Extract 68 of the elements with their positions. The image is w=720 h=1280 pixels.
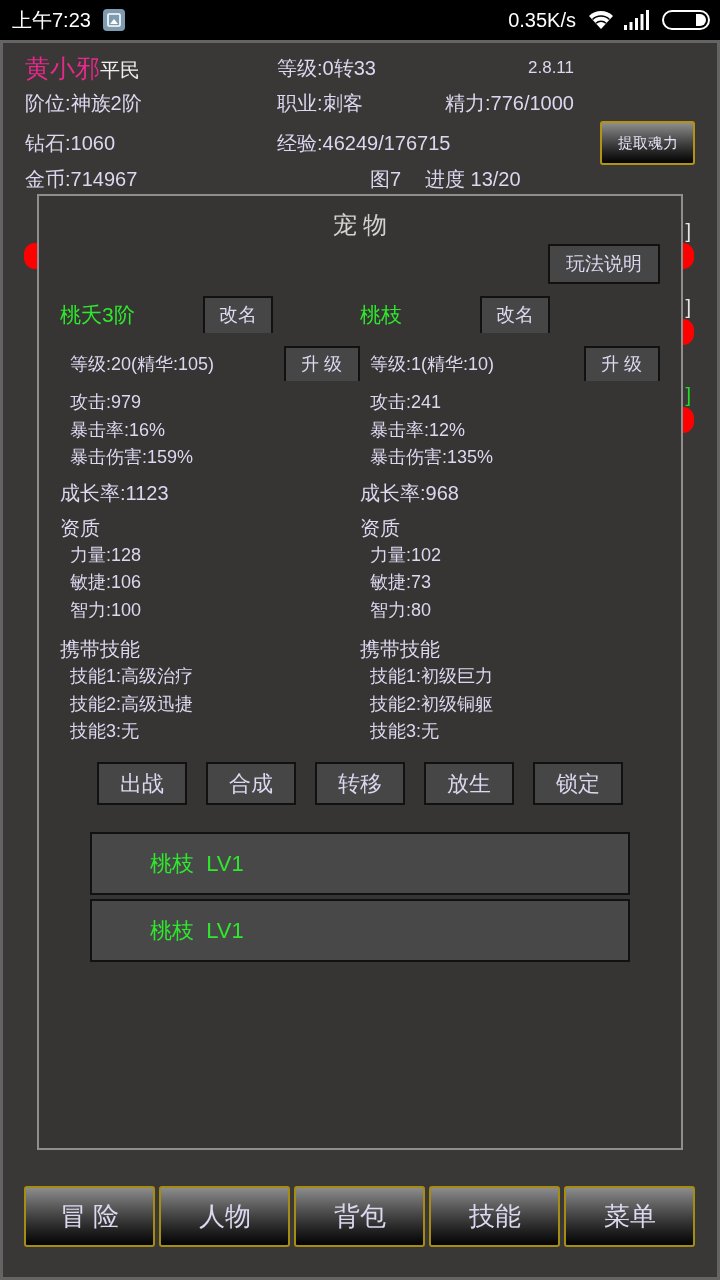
nav-button[interactable]: 背包 [294, 1186, 425, 1247]
bracket-text: ] [685, 383, 691, 407]
aptitude-heading: 资质 [360, 515, 400, 541]
player-name: 黄小邪 [25, 53, 100, 84]
skill-entry: 技能2:高级迅捷 [70, 692, 193, 716]
action-button[interactable]: 合成 [206, 761, 296, 805]
pet-name: 桃枝 [360, 301, 402, 328]
skills-heading: 携带技能 [60, 637, 140, 662]
aptitude-value: 敏捷:106 [70, 571, 142, 594]
nav-button[interactable]: 人物 [159, 1186, 290, 1247]
upgrade-button[interactable]: 升 级 [284, 346, 360, 381]
player-rank: 阶位:神族2阶 [25, 91, 142, 116]
coin-balance: 金币:714967 [25, 166, 138, 192]
nav-button[interactable]: 菜单 [564, 1186, 695, 1247]
action-button[interactable]: 出战 [97, 761, 187, 805]
skill-entry: 技能2:初级铜躯 [370, 692, 493, 716]
upgrade-button[interactable]: 升 级 [584, 346, 660, 381]
pet-stat: 暴击率:16% [70, 418, 166, 442]
rename-button[interactable]: 改名 [480, 296, 550, 333]
help-button[interactable]: 玩法说明 [548, 244, 660, 284]
rename-button[interactable]: 改名 [203, 296, 273, 333]
growth-rate: 成长率:968 [360, 480, 459, 506]
pet-level: 等级:1(精华:10) [370, 352, 495, 376]
skills-heading: 携带技能 [360, 637, 440, 662]
pet-stat: 暴击率:12% [370, 418, 466, 442]
player-level: 等级:0转33 [277, 56, 376, 81]
player-energy: 精力:776/1000 [445, 91, 574, 116]
map-number: 图7 [370, 166, 402, 192]
skill-entry: 技能3:无 [370, 720, 439, 743]
wifi-icon [588, 10, 614, 30]
image-icon [102, 9, 125, 31]
pet-name: 桃夭3阶 [60, 301, 135, 328]
nav-button[interactable]: 冒 险 [24, 1186, 155, 1247]
action-button[interactable]: 放生 [424, 761, 514, 805]
dialog-title: 宠 物 [332, 210, 388, 240]
pet-list-item[interactable]: 桃枝 LV1 [90, 898, 630, 962]
pet-stat: 攻击:241 [370, 391, 442, 414]
action-button[interactable]: 转移 [315, 761, 405, 805]
action-button[interactable]: 锁定 [533, 761, 623, 805]
pet-stat: 攻击:979 [70, 391, 142, 414]
version-text: 2.8.11 [528, 57, 574, 79]
bracket-text: ] [685, 219, 691, 243]
player-title: 平民 [100, 59, 140, 83]
skill-entry: 技能1:高级治疗 [70, 665, 193, 688]
network-speed: 0.35K/s [508, 8, 576, 32]
pet-stat: 暴击伤害:135% [370, 446, 494, 469]
aptitude-value: 智力:80 [370, 598, 432, 622]
aptitude-heading: 资质 [60, 515, 100, 541]
aptitude-value: 力量:102 [370, 543, 442, 567]
map-progress-text: 进度 13/20 [425, 166, 521, 192]
nav-button[interactable]: 技能 [429, 1186, 560, 1247]
aptitude-value: 敏捷:73 [370, 571, 432, 594]
growth-rate: 成长率:1123 [60, 480, 169, 506]
signal-icon [624, 10, 650, 30]
player-exp: 经验:46249/176715 [277, 131, 451, 156]
bracket-text: ] [685, 295, 691, 319]
pet-level: 等级:20(精华:105) [70, 352, 215, 376]
extract-soul-button[interactable]: 提取魂力 [600, 121, 695, 165]
skill-entry: 技能3:无 [70, 720, 139, 743]
skill-entry: 技能1:初级巨力 [370, 665, 493, 688]
pet-stat: 暴击伤害:159% [70, 446, 194, 469]
battery-icon [662, 10, 710, 30]
pet-list-item[interactable]: 桃枝 LV1 [90, 831, 630, 895]
aptitude-value: 力量:128 [70, 543, 142, 567]
player-diamonds: 钻石:1060 [25, 130, 116, 156]
player-job: 职业:刺客 [277, 91, 363, 116]
aptitude-value: 智力:100 [70, 598, 142, 622]
clock-time: 上午7:23 [12, 8, 91, 32]
